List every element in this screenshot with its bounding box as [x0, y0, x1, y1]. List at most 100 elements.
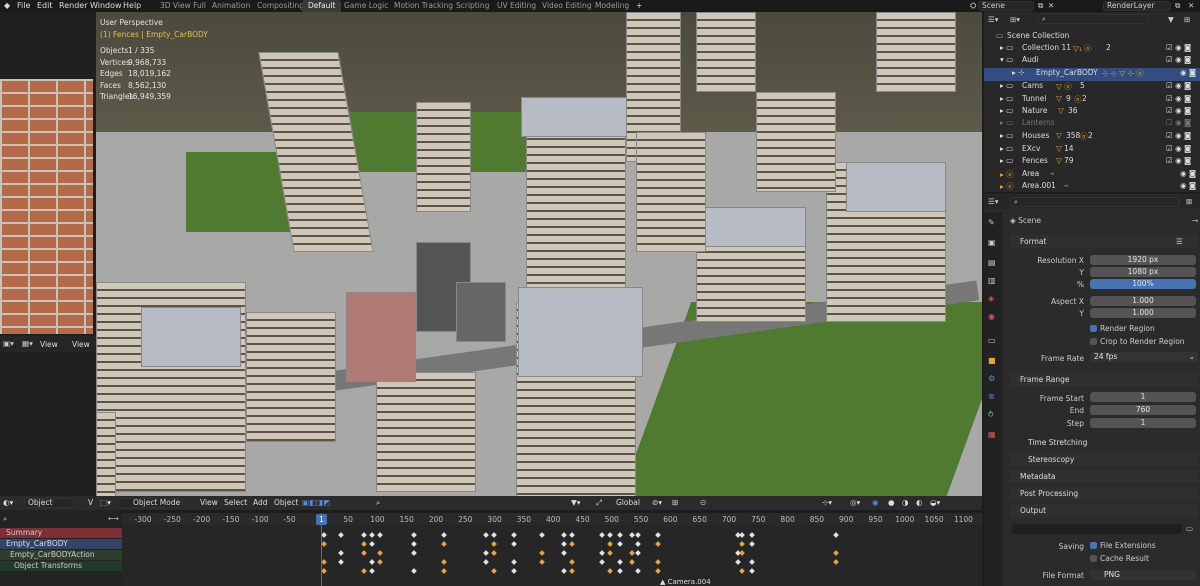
keyframe[interactable]	[511, 568, 517, 574]
shading-solid-icon[interactable]: ●	[888, 498, 895, 507]
overlay-icon[interactable]: ◎▾	[850, 498, 860, 507]
editor-type-icon-2[interactable]: ◐▾	[3, 498, 13, 507]
shading-material-icon[interactable]: ◑	[902, 498, 909, 507]
menu-file[interactable]: File	[17, 1, 30, 10]
keyframe[interactable]	[441, 532, 447, 538]
keyframe[interactable]	[539, 550, 545, 556]
keyframe[interactable]	[511, 532, 517, 538]
keyframe[interactable]	[617, 532, 623, 538]
frame-end-field[interactable]: 760	[1090, 405, 1196, 415]
outliner-houses[interactable]: ▸ ▭ Houses ▽ 358 ⓞ 2 ☑ ◉ ◙	[984, 131, 1200, 144]
keyframe[interactable]	[321, 568, 327, 574]
keyframe[interactable]	[635, 568, 641, 574]
keyframe[interactable]	[321, 532, 327, 538]
gizmo-icon[interactable]: ⊹▾	[822, 498, 832, 507]
menu-help[interactable]: Help	[123, 1, 141, 10]
shading-rendered-icon[interactable]: ◐	[916, 498, 923, 507]
output-tab-icon[interactable]: ▤	[988, 258, 998, 268]
keyframe[interactable]	[749, 568, 755, 574]
add-menu[interactable]: Add	[253, 498, 268, 507]
keyframe[interactable]	[338, 559, 344, 565]
keyframe[interactable]	[749, 559, 755, 565]
world-tab-icon[interactable]: ◉	[988, 312, 998, 322]
renderlayer-selector[interactable]: RenderLayer	[1103, 1, 1171, 11]
keyframe[interactable]	[599, 559, 605, 565]
keyframe[interactable]	[369, 568, 375, 574]
keyframe[interactable]	[655, 568, 661, 574]
resolution-percent-slider[interactable]: 100%	[1090, 279, 1196, 289]
outliner-collection-11[interactable]: ▸ ▭ Collection 11 ▽₁ ⓞ 2 ☑ ◉ ◙	[984, 43, 1200, 56]
keyframe[interactable]	[739, 541, 745, 547]
keyframe[interactable]	[617, 541, 623, 547]
tool-tab-icon[interactable]: ✎	[988, 218, 998, 228]
xray-icon[interactable]: ◉	[872, 498, 879, 507]
frame-rate-select[interactable]: 24 fps ⌄	[1090, 352, 1198, 362]
shading-options-icon[interactable]: ◒▾	[930, 498, 940, 507]
keyframe[interactable]	[617, 559, 623, 565]
tab-scripting[interactable]: Scripting	[450, 0, 495, 12]
aspect-y-field[interactable]: 1.000	[1090, 308, 1196, 318]
keyframe[interactable]	[655, 541, 661, 547]
keyframe[interactable]	[441, 541, 447, 547]
outliner-scene-collection[interactable]: ▭ Scene Collection	[984, 31, 1200, 44]
keyframe[interactable]	[635, 541, 641, 547]
current-frame-indicator[interactable]: 1	[316, 514, 327, 525]
keyframe[interactable]	[511, 559, 517, 565]
keyframe[interactable]	[655, 559, 661, 565]
keyframe[interactable]	[483, 550, 489, 556]
keyframe[interactable]	[739, 532, 745, 538]
outliner-area-001[interactable]: ▸ ⓞ Area.001 ⌁ ◉ ◙	[984, 181, 1200, 194]
outliner-search-input[interactable]: ⌕	[1038, 14, 1148, 24]
pivot-icon[interactable]: ⊘▾	[652, 498, 662, 507]
keyframe[interactable]	[607, 532, 613, 538]
keyframe[interactable]	[561, 541, 567, 547]
keyframe[interactable]	[491, 532, 497, 538]
keyframe[interactable]	[569, 532, 575, 538]
modifier-tab-icon[interactable]: ⚙	[988, 374, 998, 384]
keyframe[interactable]	[599, 532, 605, 538]
keyframe[interactable]	[491, 541, 497, 547]
physics-tab-icon[interactable]: ⥁	[988, 410, 998, 420]
keyframe[interactable]	[411, 550, 417, 556]
tab-modeling[interactable]: Modeling	[589, 0, 635, 12]
renderlayer-close-icon[interactable]: ✕	[1188, 1, 1194, 10]
keyframe[interactable]	[629, 532, 635, 538]
render-tab-icon[interactable]: ▣	[988, 238, 998, 248]
blender-logo-icon[interactable]: ◆	[4, 1, 10, 10]
resolution-y-field[interactable]: 1080 px	[1090, 267, 1196, 277]
object-dropdown[interactable]: Object	[24, 498, 74, 508]
renderlayer-copy-icon[interactable]: ⧉	[1175, 1, 1180, 11]
keyframe[interactable]	[361, 532, 367, 538]
keyframe[interactable]	[411, 541, 417, 547]
keyframe[interactable]	[377, 559, 383, 565]
tab-uv-editing[interactable]: UV Editing	[491, 0, 542, 12]
mode-selector[interactable]: Object Mode	[118, 498, 182, 508]
keyframe[interactable]	[369, 541, 375, 547]
keyframe[interactable]	[617, 568, 623, 574]
keyframe[interactable]	[361, 568, 367, 574]
keyframe[interactable]	[338, 550, 344, 556]
properties-search-input[interactable]: ⌕	[1010, 197, 1180, 207]
resolution-x-field[interactable]: 1920 px	[1090, 255, 1196, 265]
format-section-header[interactable]: Format	[1010, 235, 1198, 248]
menu-render[interactable]: Render	[59, 1, 87, 10]
particles-tab-icon[interactable]: ⊛	[988, 392, 998, 402]
proportional-edit-icon[interactable]: ⊙	[700, 498, 706, 507]
keyframe[interactable]	[369, 559, 375, 565]
timeline-ruler[interactable]: -300 -250 -200 -150 -100 -50 50 100 150 200 250 300…	[122, 513, 982, 525]
keyframe[interactable]	[635, 532, 641, 538]
keyframe[interactable]	[739, 550, 745, 556]
filter-icon[interactable]: ▼▾	[571, 498, 581, 507]
tab-default[interactable]: Default	[302, 0, 342, 12]
view-menu-2[interactable]: View	[72, 340, 90, 349]
keyframe[interactable]	[369, 532, 375, 538]
output-path-field[interactable]	[1012, 524, 1182, 534]
view-menu[interactable]: View	[40, 340, 58, 349]
keyframe[interactable]	[629, 559, 635, 565]
scene-selector[interactable]: Scene	[978, 1, 1034, 11]
texture-tab-icon[interactable]: ▦	[988, 430, 998, 440]
channel-object-transforms[interactable]: Object Transforms	[0, 561, 122, 571]
output-section-header[interactable]: Output	[1010, 504, 1198, 517]
cache-result-checkbox[interactable]	[1090, 555, 1097, 562]
aspect-x-field[interactable]: 1.000	[1090, 296, 1196, 306]
